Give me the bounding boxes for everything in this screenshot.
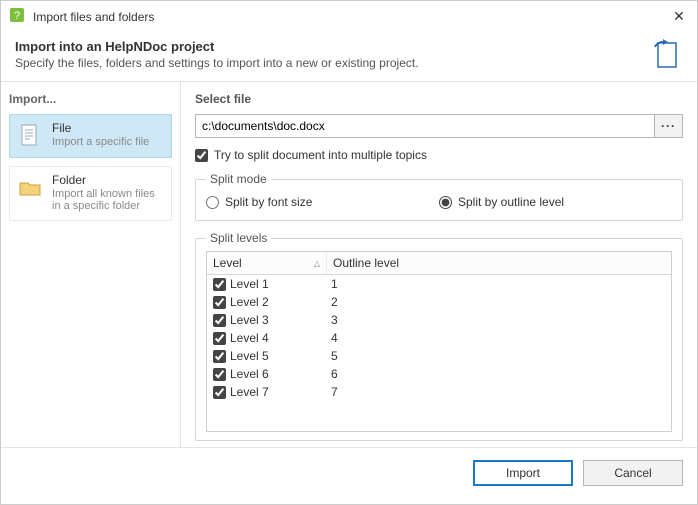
split-outline-level-radio[interactable] bbox=[439, 196, 452, 209]
radio-label: Split by font size bbox=[225, 195, 312, 209]
split-font-size-option[interactable]: Split by font size bbox=[206, 192, 439, 212]
level-checkbox[interactable] bbox=[213, 278, 226, 291]
sort-asc-icon: △ bbox=[314, 259, 320, 268]
cell-outline: 3 bbox=[327, 313, 665, 327]
levels-table-body[interactable]: Level 1 1 Level 2 2 Level 3 3 Level 4 4 Level 5 5… bbox=[207, 275, 671, 430]
sidebar-heading: Import... bbox=[9, 92, 172, 106]
cell-level: Level 4 bbox=[213, 331, 327, 345]
file-path-input[interactable] bbox=[195, 114, 655, 138]
level-label: Level 2 bbox=[230, 295, 269, 309]
table-row[interactable]: Level 1 1 bbox=[207, 275, 671, 293]
header: Import into an HelpNDoc project Specify … bbox=[1, 33, 697, 82]
cell-level: Level 2 bbox=[213, 295, 327, 309]
svg-text:?: ? bbox=[14, 10, 20, 22]
level-label: Level 6 bbox=[230, 367, 269, 381]
radio-label: Split by outline level bbox=[458, 195, 564, 209]
level-checkbox[interactable] bbox=[213, 368, 226, 381]
col-level-label: Level bbox=[213, 256, 242, 270]
header-title: Import into an HelpNDoc project bbox=[15, 39, 643, 54]
app-icon: ? bbox=[9, 7, 25, 26]
sidebar-item-desc: Import all known files in a specific fol… bbox=[52, 188, 165, 212]
import-doc-icon bbox=[651, 39, 683, 71]
file-icon bbox=[16, 121, 44, 149]
cell-outline: 2 bbox=[327, 295, 665, 309]
split-doc-label: Try to split document into multiple topi… bbox=[214, 148, 427, 162]
cell-level: Level 7 bbox=[213, 385, 327, 399]
main-panel: Select file ··· Try to split document in… bbox=[181, 82, 697, 447]
import-button[interactable]: Import bbox=[473, 460, 573, 486]
cell-outline: 7 bbox=[327, 385, 665, 399]
cell-outline: 6 bbox=[327, 367, 665, 381]
sidebar-item-label: File bbox=[52, 121, 149, 135]
header-subtitle: Specify the files, folders and settings … bbox=[15, 56, 643, 70]
close-button[interactable]: ✕ bbox=[669, 7, 689, 27]
table-row[interactable]: Level 7 7 bbox=[207, 383, 671, 401]
cell-level: Level 6 bbox=[213, 367, 327, 381]
level-label: Level 1 bbox=[230, 277, 269, 291]
level-checkbox[interactable] bbox=[213, 296, 226, 309]
col-level[interactable]: Level △ bbox=[207, 252, 327, 274]
footer: Import Cancel bbox=[1, 447, 697, 497]
cell-outline: 4 bbox=[327, 331, 665, 345]
level-checkbox[interactable] bbox=[213, 386, 226, 399]
sidebar-item-folder[interactable]: Folder Import all known files in a speci… bbox=[9, 166, 172, 221]
split-outline-level-option[interactable]: Split by outline level bbox=[439, 192, 672, 212]
browse-button[interactable]: ··· bbox=[655, 114, 683, 138]
ellipsis-icon: ··· bbox=[661, 119, 676, 133]
split-font-size-radio[interactable] bbox=[206, 196, 219, 209]
table-row[interactable]: Level 5 5 bbox=[207, 347, 671, 365]
level-label: Level 3 bbox=[230, 313, 269, 327]
levels-table-header: Level △ Outline level bbox=[207, 252, 671, 275]
level-checkbox[interactable] bbox=[213, 332, 226, 345]
level-checkbox[interactable] bbox=[213, 350, 226, 363]
folder-icon bbox=[16, 173, 44, 201]
close-icon: ✕ bbox=[673, 8, 685, 25]
select-file-heading: Select file bbox=[195, 92, 683, 106]
cell-outline: 5 bbox=[327, 349, 665, 363]
col-outline[interactable]: Outline level bbox=[327, 252, 671, 274]
cancel-button[interactable]: Cancel bbox=[583, 460, 683, 486]
level-label: Level 4 bbox=[230, 331, 269, 345]
split-levels-fieldset: Split levels Level △ Outline level Level… bbox=[195, 231, 683, 441]
cell-level: Level 5 bbox=[213, 349, 327, 363]
cell-level: Level 3 bbox=[213, 313, 327, 327]
cell-level: Level 1 bbox=[213, 277, 327, 291]
level-checkbox[interactable] bbox=[213, 314, 226, 327]
sidebar-item-file[interactable]: File Import a specific file bbox=[9, 114, 172, 158]
level-label: Level 7 bbox=[230, 385, 269, 399]
table-row[interactable]: Level 2 2 bbox=[207, 293, 671, 311]
body-columns: Import... File Import a specific file Fo… bbox=[1, 82, 697, 447]
split-mode-fieldset: Split mode Split by font size Split by o… bbox=[195, 172, 683, 221]
level-label: Level 5 bbox=[230, 349, 269, 363]
split-levels-legend: Split levels bbox=[206, 231, 271, 245]
split-doc-checkbox[interactable] bbox=[195, 149, 208, 162]
sidebar-item-desc: Import a specific file bbox=[52, 136, 149, 148]
sidebar: Import... File Import a specific file Fo… bbox=[1, 82, 181, 447]
window-title: Import files and folders bbox=[33, 10, 661, 24]
cell-outline: 1 bbox=[327, 277, 665, 291]
sidebar-item-label: Folder bbox=[52, 173, 165, 187]
table-row[interactable]: Level 4 4 bbox=[207, 329, 671, 347]
titlebar: ? Import files and folders ✕ bbox=[1, 1, 697, 33]
levels-table: Level △ Outline level Level 11Level 22Le… bbox=[206, 251, 672, 432]
split-mode-legend: Split mode bbox=[206, 172, 271, 186]
table-row[interactable]: Level 3 3 bbox=[207, 311, 671, 329]
table-row[interactable]: Level 6 6 bbox=[207, 365, 671, 383]
